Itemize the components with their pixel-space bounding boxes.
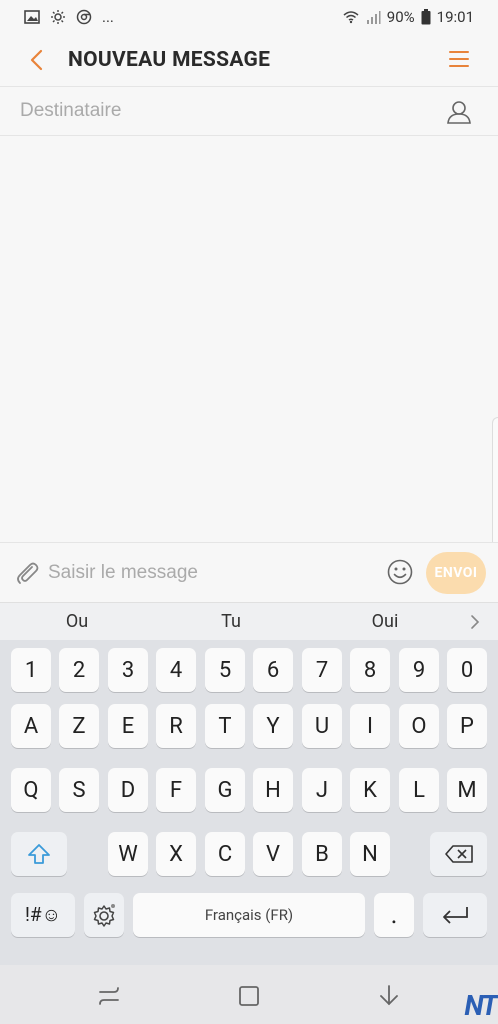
status-right: 90% 19:01 bbox=[343, 8, 474, 26]
key[interactable]: 5 bbox=[205, 648, 245, 692]
enter-icon bbox=[443, 907, 468, 924]
watermark: NT bbox=[464, 989, 498, 1022]
compose-row: ENVOI bbox=[0, 542, 498, 602]
suggestion-bar: Ou Tu Oui bbox=[0, 602, 498, 640]
key[interactable]: 3 bbox=[108, 648, 148, 692]
chevron-left-icon bbox=[30, 49, 43, 71]
emoji-button[interactable] bbox=[386, 558, 416, 588]
signal-icon bbox=[366, 11, 381, 24]
shift-arrow-icon bbox=[28, 844, 50, 864]
wifi-icon bbox=[343, 11, 359, 24]
settings-key[interactable] bbox=[84, 893, 124, 937]
suggestion-item[interactable]: Tu bbox=[181, 603, 281, 641]
key[interactable]: E bbox=[108, 704, 148, 748]
navigation-bar: NT bbox=[0, 965, 498, 1024]
key[interactable]: P bbox=[447, 704, 487, 748]
chrome-icon bbox=[76, 9, 92, 25]
smiley-icon bbox=[387, 559, 413, 585]
key[interactable]: Q bbox=[11, 768, 51, 812]
key[interactable]: M bbox=[447, 768, 487, 812]
key[interactable]: D bbox=[108, 768, 148, 812]
key[interactable]: 7 bbox=[302, 648, 342, 692]
key[interactable]: 1 bbox=[11, 648, 51, 692]
key[interactable]: H bbox=[253, 768, 293, 812]
page-title: NOUVEAU MESSAGE bbox=[68, 48, 271, 72]
send-button[interactable]: ENVOI bbox=[426, 552, 486, 594]
key[interactable]: 6 bbox=[253, 648, 293, 692]
battery-icon bbox=[421, 9, 431, 25]
key[interactable]: C bbox=[205, 832, 245, 876]
recent-apps-icon[interactable] bbox=[96, 983, 122, 1009]
backspace-icon bbox=[444, 845, 473, 863]
clock: 19:01 bbox=[436, 8, 474, 26]
contact-picker-button[interactable] bbox=[446, 99, 472, 125]
shift-key[interactable] bbox=[11, 832, 67, 876]
person-icon bbox=[447, 101, 471, 124]
key[interactable]: N bbox=[350, 832, 390, 876]
image-icon bbox=[24, 10, 40, 24]
recipient-input[interactable] bbox=[20, 100, 420, 122]
backspace-key[interactable] bbox=[430, 832, 487, 876]
key[interactable]: A bbox=[11, 704, 51, 748]
key[interactable]: R bbox=[156, 704, 196, 748]
back-button[interactable] bbox=[18, 42, 54, 78]
key[interactable]: I bbox=[350, 704, 390, 748]
key[interactable]: B bbox=[302, 832, 342, 876]
app-bar: NOUVEAU MESSAGE bbox=[0, 34, 498, 86]
key[interactable]: T bbox=[205, 704, 245, 748]
message-input[interactable] bbox=[48, 561, 378, 584]
sun-settings-icon bbox=[51, 10, 65, 24]
home-icon[interactable] bbox=[236, 983, 262, 1009]
conversation-area bbox=[0, 137, 498, 627]
key[interactable]: J bbox=[302, 768, 342, 812]
key[interactable]: 4 bbox=[156, 648, 196, 692]
key[interactable]: Y bbox=[253, 704, 293, 748]
enter-key[interactable] bbox=[423, 893, 487, 937]
period-key[interactable]: . bbox=[374, 893, 414, 937]
key[interactable]: K bbox=[350, 768, 390, 812]
key[interactable]: V bbox=[253, 832, 293, 876]
menu-button[interactable] bbox=[444, 44, 474, 74]
hamburger-menu-icon bbox=[449, 51, 469, 67]
space-key[interactable]: Français (FR) bbox=[133, 893, 365, 937]
key[interactable]: 0 bbox=[447, 648, 487, 692]
key[interactable]: U bbox=[302, 704, 342, 748]
key[interactable]: O bbox=[399, 704, 439, 748]
suggestion-item[interactable]: Oui bbox=[335, 603, 435, 641]
symbols-key[interactable]: !#☺ bbox=[11, 893, 75, 937]
status-overflow: ... bbox=[102, 8, 114, 26]
paperclip-icon bbox=[17, 562, 39, 584]
key[interactable]: G bbox=[205, 768, 245, 812]
key[interactable]: 8 bbox=[350, 648, 390, 692]
key[interactable]: 9 bbox=[399, 648, 439, 692]
key[interactable]: F bbox=[156, 768, 196, 812]
key[interactable]: S bbox=[59, 768, 99, 812]
attach-button[interactable] bbox=[12, 558, 42, 588]
recipient-row bbox=[0, 86, 498, 136]
key[interactable]: L bbox=[399, 768, 439, 812]
battery-percent: 90% bbox=[386, 8, 415, 26]
key[interactable]: W bbox=[108, 832, 148, 876]
gear-icon bbox=[93, 904, 115, 927]
chevron-right-icon[interactable] bbox=[468, 614, 482, 630]
suggestion-item[interactable]: Ou bbox=[27, 603, 127, 641]
keyboard: 1 2 3 4 5 6 7 8 9 0 A Z E R T Y U I O P … bbox=[0, 640, 498, 965]
status-bar: ... 90% 19:01 bbox=[0, 0, 498, 34]
key[interactable]: 2 bbox=[59, 648, 99, 692]
key[interactable]: Z bbox=[59, 704, 99, 748]
status-left: ... bbox=[24, 8, 114, 26]
hide-keyboard-icon[interactable] bbox=[376, 983, 402, 1009]
key[interactable]: X bbox=[156, 832, 196, 876]
